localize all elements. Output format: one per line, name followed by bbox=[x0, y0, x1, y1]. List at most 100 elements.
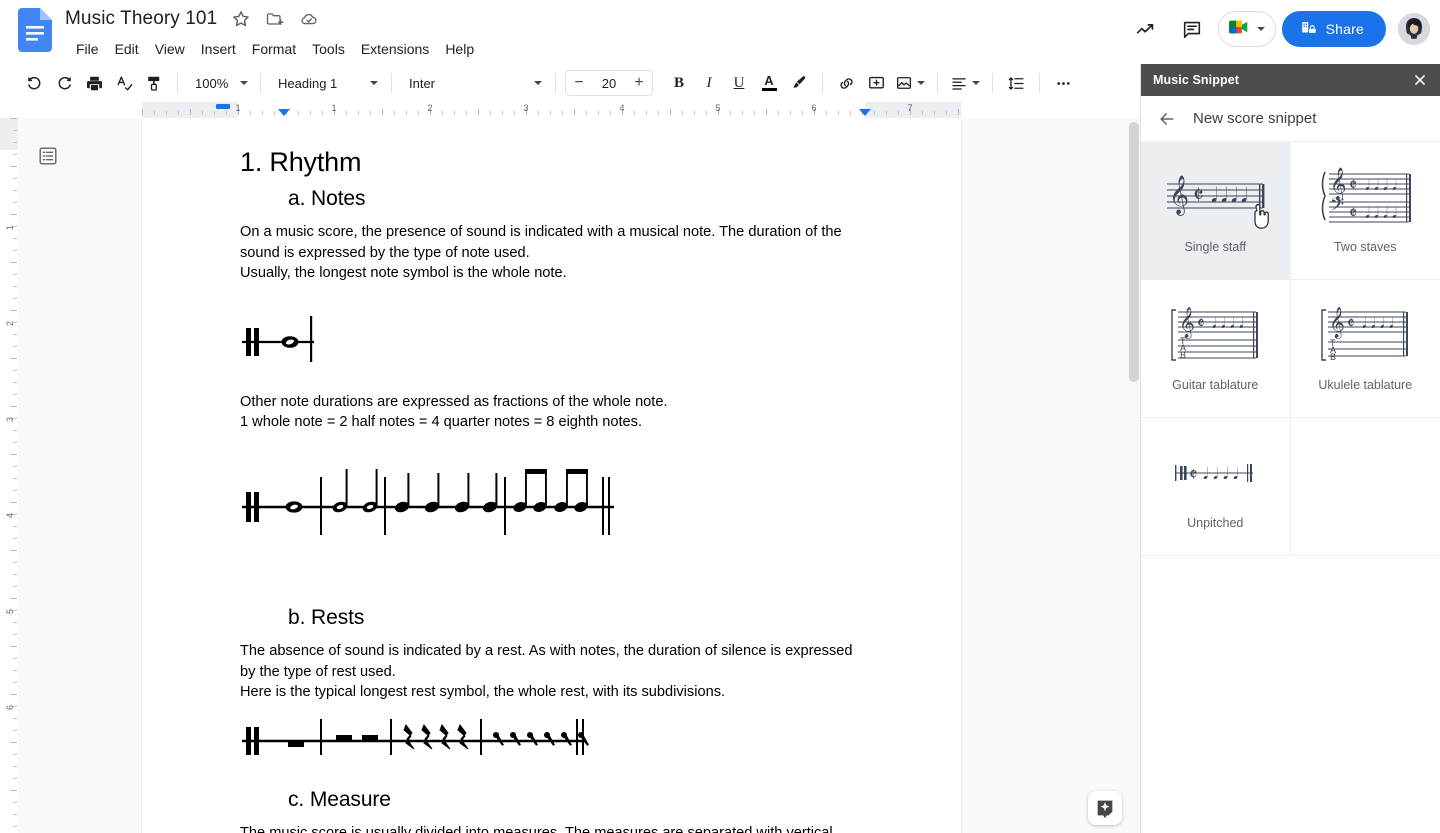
ruler-tick bbox=[322, 111, 323, 115]
more-options-icon[interactable] bbox=[1049, 69, 1077, 97]
paragraph-style-dropdown[interactable]: Heading 1 bbox=[270, 69, 382, 97]
music-snippet-sidebar: Music Snippet New score snippet bbox=[1140, 64, 1440, 833]
ruler-tick bbox=[13, 334, 17, 335]
ruler-tick bbox=[13, 526, 17, 527]
insert-link-icon[interactable] bbox=[832, 69, 860, 97]
highlighter-icon[interactable] bbox=[785, 69, 813, 97]
ruler-tick bbox=[10, 550, 17, 551]
toolbar-divider bbox=[555, 73, 556, 93]
ruler-tick bbox=[274, 111, 275, 115]
paragraph-durations-2: 1 whole note = 2 half notes = 4 quarter … bbox=[240, 412, 865, 433]
snippet-option-two-staves[interactable]: 𝄞 𝄢 𝄵 𝄵 𝅘𝅥𝅘𝅥 𝅘𝅥𝅘𝅥 𝅘𝅥𝅘𝅥 𝅘𝅥𝅘𝅥 bbox=[1291, 142, 1440, 280]
right-indent-marker[interactable] bbox=[859, 109, 871, 116]
unpitched-thumbnail: 𝄵 𝅘𝅥𝅘𝅥 𝅘𝅥𝅘𝅥 bbox=[1155, 444, 1275, 502]
ruler-number: 3 bbox=[523, 103, 528, 113]
outline-strip bbox=[18, 118, 142, 833]
ruler-tick bbox=[13, 154, 17, 155]
google-docs-icon[interactable] bbox=[18, 8, 52, 52]
google-meet-button[interactable] bbox=[1218, 11, 1276, 47]
menu-file[interactable]: File bbox=[68, 38, 107, 60]
bold-label: B bbox=[674, 75, 684, 92]
italic-button[interactable]: I bbox=[695, 69, 723, 97]
close-icon[interactable] bbox=[1410, 70, 1430, 90]
ruler-tick bbox=[13, 466, 17, 467]
heading-notes: a. Notes bbox=[288, 186, 865, 212]
ruler-tick bbox=[13, 670, 17, 671]
avatar[interactable] bbox=[1398, 13, 1430, 45]
snippet-option-ukulele-tablature[interactable]: 𝄞 𝄵 𝅘𝅥𝅘𝅥 𝅘𝅥𝅘𝅥 TAB Ukulele tablature bbox=[1291, 280, 1440, 418]
toolbar-divider bbox=[992, 73, 993, 93]
move-to-folder-icon[interactable] bbox=[265, 9, 285, 29]
document-outline-icon[interactable] bbox=[30, 138, 66, 174]
ruler-tick bbox=[310, 111, 311, 115]
svg-text:𝄞: 𝄞 bbox=[1179, 306, 1195, 339]
svg-text:𝅘𝅥: 𝅘𝅥 bbox=[1203, 464, 1208, 483]
first-line-indent-marker[interactable] bbox=[278, 109, 290, 116]
ruler-tick bbox=[898, 111, 899, 115]
ruler-tick bbox=[946, 111, 947, 115]
rests-score[interactable] bbox=[240, 711, 865, 761]
undo-icon[interactable] bbox=[20, 69, 48, 97]
horizontal-ruler[interactable]: 11234567 bbox=[0, 102, 1140, 118]
comment-icon[interactable] bbox=[1172, 9, 1212, 49]
ruler-tick bbox=[13, 814, 17, 815]
menu-view[interactable]: View bbox=[147, 38, 193, 60]
snippet-option-single-staff[interactable]: 𝄞 𝄵 𝅘𝅥𝅘𝅥 𝅘𝅥𝅘𝅥 Single staff bbox=[1141, 142, 1291, 280]
ruler-tick bbox=[13, 370, 17, 371]
font-size-increase-button[interactable]: + bbox=[626, 71, 652, 95]
font-family-dropdown[interactable]: Inter bbox=[401, 69, 546, 97]
page-title[interactable]: Music Theory 101 bbox=[65, 8, 217, 30]
menu-insert[interactable]: Insert bbox=[193, 38, 244, 60]
trending-up-icon[interactable] bbox=[1126, 9, 1166, 49]
font-size-decrease-button[interactable]: − bbox=[566, 71, 592, 95]
print-icon[interactable] bbox=[80, 69, 108, 97]
paint-format-icon[interactable] bbox=[140, 69, 168, 97]
svg-text:𝅘𝅥: 𝅘𝅥 bbox=[1374, 176, 1379, 194]
ruler-tick bbox=[13, 346, 17, 347]
menu-edit[interactable]: Edit bbox=[107, 38, 147, 60]
svg-text:𝄵: 𝄵 bbox=[1193, 181, 1204, 209]
menu-tools[interactable]: Tools bbox=[304, 38, 353, 60]
spellcheck-icon[interactable] bbox=[110, 69, 138, 97]
ruler-tick bbox=[10, 118, 17, 119]
cloud-saved-icon[interactable] bbox=[299, 9, 319, 29]
bold-button[interactable]: B bbox=[665, 69, 693, 97]
vertical-ruler[interactable]: 123456 bbox=[0, 118, 18, 833]
add-comment-icon[interactable] bbox=[862, 69, 890, 97]
toolbar-divider bbox=[937, 73, 938, 93]
zoom-control[interactable]: 100% bbox=[187, 69, 251, 97]
google-meet-icon bbox=[1227, 17, 1253, 42]
menu-extensions[interactable]: Extensions bbox=[353, 38, 437, 60]
line-spacing-icon[interactable] bbox=[1002, 69, 1030, 97]
gemini-spark-icon[interactable] bbox=[1088, 791, 1122, 825]
menu-format[interactable]: Format bbox=[244, 38, 304, 60]
left-indent-marker[interactable] bbox=[216, 104, 230, 109]
text-color-swatch bbox=[762, 88, 777, 91]
snippet-option-guitar-tablature[interactable]: 𝄞 𝄵 𝅘𝅥𝅘𝅥 𝅘𝅥𝅘𝅥 TAB Guitar tablature bbox=[1141, 280, 1291, 418]
ruler-tick bbox=[13, 562, 17, 563]
document-page[interactable]: 1. Rhythm a. Notes On a music score, the… bbox=[142, 118, 961, 833]
note-durations-score[interactable] bbox=[240, 459, 865, 537]
snippet-option-unpitched[interactable]: 𝄵 𝅘𝅥𝅘𝅥 𝅘𝅥𝅘𝅥 Unpitched bbox=[1141, 418, 1291, 556]
font-size-input[interactable]: 20 bbox=[592, 76, 626, 91]
ruler-tick bbox=[682, 111, 683, 115]
back-arrow-icon[interactable] bbox=[1157, 109, 1177, 129]
ruler-tick bbox=[13, 286, 17, 287]
ruler-tick bbox=[10, 214, 17, 215]
ruler-tick bbox=[190, 109, 191, 115]
svg-text:𝅘𝅥: 𝅘𝅥 bbox=[1371, 316, 1375, 332]
redo-icon[interactable] bbox=[50, 69, 78, 97]
star-icon[interactable] bbox=[231, 9, 251, 29]
ruler-tick bbox=[694, 111, 695, 115]
ruler-tick bbox=[10, 166, 17, 167]
whole-note-score[interactable] bbox=[240, 304, 865, 362]
scrollbar-thumb[interactable] bbox=[1129, 122, 1139, 382]
share-button[interactable]: Share bbox=[1282, 11, 1386, 47]
underline-button[interactable]: U bbox=[725, 69, 753, 97]
text-color-button[interactable]: A bbox=[755, 69, 783, 97]
ruler-tick bbox=[13, 778, 17, 779]
insert-image-icon[interactable] bbox=[892, 69, 928, 97]
align-left-icon[interactable] bbox=[947, 69, 983, 97]
chevron-down-icon[interactable] bbox=[1257, 27, 1265, 31]
menu-help[interactable]: Help bbox=[437, 38, 482, 60]
